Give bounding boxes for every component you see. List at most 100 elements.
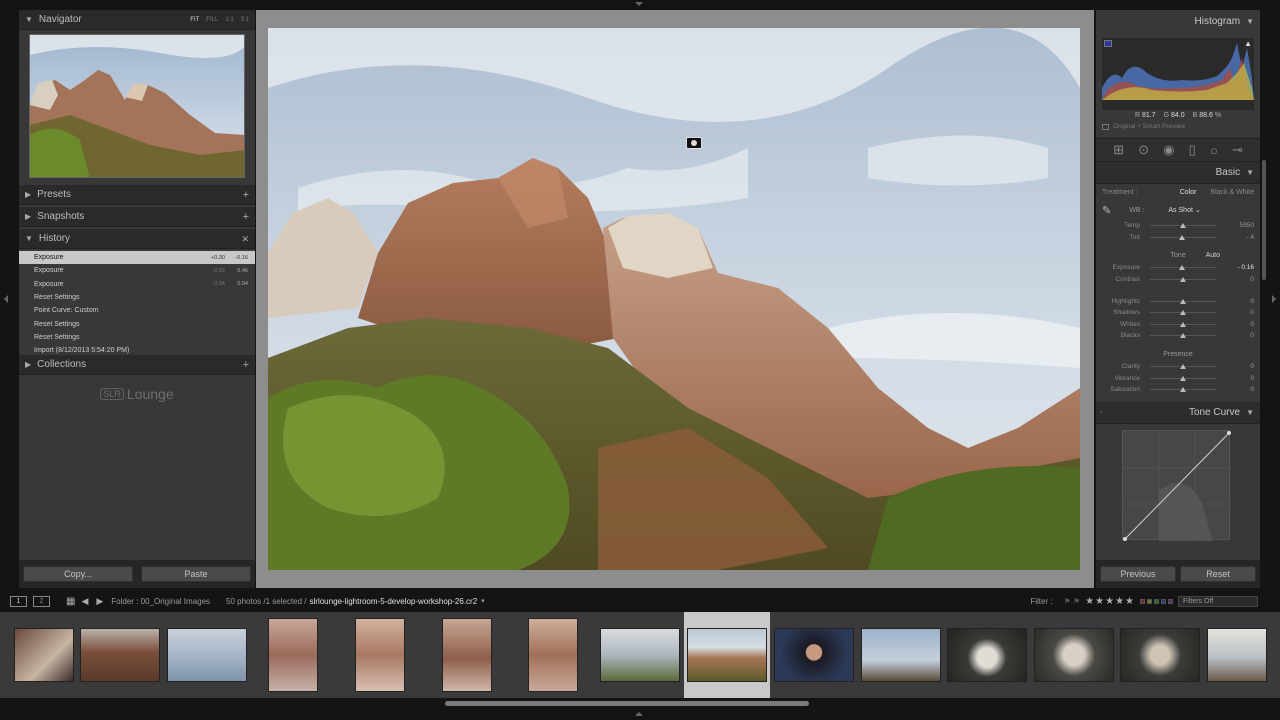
crop-overlay-icon[interactable]: ⊞ xyxy=(1113,142,1124,158)
slider-knob[interactable] xyxy=(1180,387,1186,393)
eyedropper-icon[interactable]: ✎ xyxy=(1102,204,1111,217)
history-header[interactable]: ▼ History ✕ xyxy=(19,229,255,249)
left-panel-toggle-icon[interactable] xyxy=(4,295,8,303)
filmstrip-thumb-10[interactable] xyxy=(772,612,856,698)
history-item[interactable]: Exposure -0.62 0.46 xyxy=(19,264,255,277)
presets-header[interactable]: ▶ Presets + xyxy=(19,185,255,205)
main-photo[interactable] xyxy=(268,28,1080,570)
collections-header[interactable]: ▶ Collections + xyxy=(19,355,255,375)
filmstrip-scrollbar[interactable] xyxy=(445,701,809,706)
blue-label-icon[interactable] xyxy=(1161,598,1166,604)
slider-value[interactable]: 5950 xyxy=(1240,222,1254,229)
auto-tone-button[interactable]: Auto xyxy=(1206,252,1220,259)
main-window-button[interactable]: 1 xyxy=(10,595,27,607)
slider-value[interactable]: 0 xyxy=(1250,309,1254,316)
filmstrip-thumb-13[interactable] xyxy=(1032,612,1116,698)
slider-track[interactable] xyxy=(1150,223,1216,229)
slider-value[interactable]: - 0.16 xyxy=(1237,264,1254,271)
slider-track[interactable] xyxy=(1150,265,1216,271)
graduated-filter-icon[interactable]: ▯ xyxy=(1189,142,1196,158)
slider-vibrance[interactable]: Vibrance 0 xyxy=(1096,372,1260,384)
purple-label-icon[interactable] xyxy=(1168,598,1173,604)
green-label-icon[interactable] xyxy=(1154,598,1159,604)
slider-track[interactable] xyxy=(1150,333,1216,339)
slider-shadows[interactable]: Shadows 0 xyxy=(1096,307,1260,319)
slider-knob[interactable] xyxy=(1179,265,1186,271)
slider-temp[interactable]: Temp 5950 xyxy=(1096,220,1260,232)
wb-dropdown[interactable]: As Shot ⌄ xyxy=(1168,206,1200,214)
spot-pin-icon[interactable] xyxy=(686,137,702,149)
red-eye-icon[interactable]: ◉ xyxy=(1163,142,1174,158)
slider-value[interactable]: 0 xyxy=(1250,332,1254,339)
reset-button[interactable]: Reset xyxy=(1180,566,1256,582)
filmstrip-thumb-selected[interactable] xyxy=(684,612,770,698)
slider-value[interactable]: 0 xyxy=(1250,363,1254,370)
slider-track[interactable] xyxy=(1150,310,1216,316)
slider-knob[interactable] xyxy=(1180,321,1186,327)
filmstrip-thumb-7[interactable] xyxy=(526,612,580,698)
copy-button[interactable]: Copy... xyxy=(23,566,133,582)
source-folder[interactable]: Folder : 00_Original Images xyxy=(111,597,210,606)
slider-track[interactable] xyxy=(1150,364,1216,370)
tone-curve-header[interactable]: ◦ Tone Curve ▼ xyxy=(1096,401,1260,424)
history-item[interactable]: Reset Settings xyxy=(19,291,255,304)
filter-preset-select[interactable]: Filters Off xyxy=(1178,595,1258,607)
basic-header[interactable]: Basic ▼ xyxy=(1096,162,1260,184)
slider-knob[interactable] xyxy=(1180,333,1186,339)
color-label-filter[interactable] xyxy=(1140,598,1173,604)
slider-knob[interactable] xyxy=(1180,364,1186,370)
grid-view-icon[interactable]: ▦ xyxy=(66,596,75,607)
slider-value[interactable]: 0 xyxy=(1250,321,1254,328)
slider-track[interactable] xyxy=(1150,321,1216,327)
slider-track[interactable] xyxy=(1150,387,1216,393)
forward-arrow-icon[interactable]: ▶ xyxy=(96,596,103,607)
filmstrip-thumb-6[interactable] xyxy=(440,612,494,698)
slider-track[interactable] xyxy=(1150,298,1216,304)
slider-value[interactable]: 0 xyxy=(1250,276,1254,283)
zoom-fill[interactable]: FILL xyxy=(206,17,218,23)
spot-removal-icon[interactable]: ⊙ xyxy=(1138,142,1149,158)
slider-value[interactable]: - 4 xyxy=(1246,234,1254,241)
history-item[interactable]: Point Curve: Custom xyxy=(19,304,255,317)
zoom-3-1[interactable]: 3:1 xyxy=(241,17,249,23)
filmstrip-thumb-4[interactable] xyxy=(266,612,320,698)
slider-knob[interactable] xyxy=(1180,277,1186,283)
filmstrip-thumb-14[interactable] xyxy=(1118,612,1202,698)
clear-history-icon[interactable]: ✕ xyxy=(241,229,249,249)
previous-button[interactable]: Previous xyxy=(1100,566,1176,582)
red-label-icon[interactable] xyxy=(1140,598,1145,604)
filmstrip-thumb-1[interactable] xyxy=(12,612,76,698)
slider-value[interactable]: 0 xyxy=(1250,375,1254,382)
zoom-1-1[interactable]: 1:1 xyxy=(225,17,233,23)
rating-filter-stars[interactable]: ★★★★★ xyxy=(1085,596,1135,607)
navigator-preview[interactable] xyxy=(29,34,245,178)
slider-knob[interactable] xyxy=(1180,310,1186,316)
slider-knob[interactable] xyxy=(1180,298,1186,304)
filmstrip-thumb-3[interactable] xyxy=(165,612,249,698)
paste-button[interactable]: Paste xyxy=(141,566,251,582)
right-panel-toggle-icon[interactable] xyxy=(1272,295,1276,303)
slider-track[interactable] xyxy=(1150,234,1216,240)
selected-filename[interactable]: slrlounge-lightroom-5-develop-workshop-2… xyxy=(310,597,478,606)
add-collection-icon[interactable]: + xyxy=(243,355,249,375)
smart-preview-status[interactable]: Original + Smart Preview xyxy=(1096,119,1260,130)
slider-highlights[interactable]: Highlights 0 xyxy=(1096,295,1260,307)
highlight-clipping-icon[interactable]: ▲ xyxy=(1244,39,1252,48)
filmstrip-thumb-8[interactable] xyxy=(598,612,682,698)
radial-filter-icon[interactable]: ○ xyxy=(1210,143,1218,158)
filmstrip-thumb-11[interactable] xyxy=(859,612,943,698)
adjustment-brush-icon[interactable]: ⊸ xyxy=(1232,142,1243,158)
slider-track[interactable] xyxy=(1150,375,1216,381)
filmstrip-thumb-15[interactable] xyxy=(1205,612,1269,698)
filmstrip-thumb-2[interactable] xyxy=(78,612,162,698)
treatment-bw[interactable]: Black & White xyxy=(1210,189,1254,196)
slider-knob[interactable] xyxy=(1180,375,1186,381)
zoom-fit[interactable]: FIT xyxy=(190,17,199,23)
history-item[interactable]: Reset Settings xyxy=(19,317,255,330)
snapshots-header[interactable]: ▶ Snapshots + xyxy=(19,207,255,227)
treatment-color[interactable]: Color xyxy=(1180,189,1197,196)
secondary-window-button[interactable]: 2 xyxy=(33,595,50,607)
right-panel-scrollbar[interactable] xyxy=(1262,160,1266,280)
histogram-graph[interactable]: ▲ xyxy=(1102,38,1254,110)
slider-exposure[interactable]: Exposure - 0.16 xyxy=(1096,262,1260,274)
